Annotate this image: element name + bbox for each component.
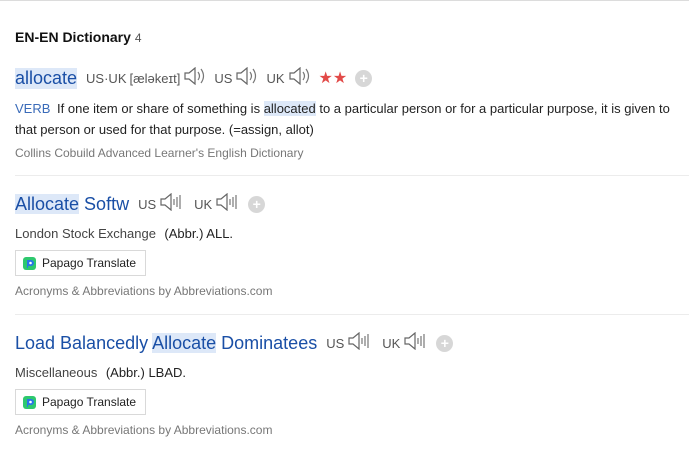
abbreviation: (Abbr.) ALL. [164,226,234,241]
us-label: US [214,70,233,86]
headword-start: Load Balancedly [15,332,153,353]
entry-lbad: Load Balancedly Allocate Dominatees US U… [15,329,689,437]
speaker-icon[interactable] [236,66,258,90]
headword-link[interactable]: allocate [15,67,78,89]
papago-icon [23,395,36,409]
category-label: Miscellaneous [15,365,98,380]
speaker-icon[interactable] [288,66,311,90]
star-rating: ★★ [318,70,348,87]
divider [15,175,689,176]
category-label: London Stock Exchange [15,226,156,241]
abbreviation-source[interactable]: Acronyms & Abbreviations by Abbreviation… [15,284,272,298]
result-count: 4 [134,31,142,45]
definition-highlight: allocated [263,101,316,116]
abbr-row: Miscellaneous (Abbr.) LBAD. [15,362,689,384]
headword-link[interactable]: Load Balancedly Allocate Dominatees [15,332,318,354]
speaker-icon[interactable] [216,192,240,216]
speaker-icon[interactable] [184,66,206,90]
uk-label: UK [382,335,401,351]
top-divider [0,0,689,1]
definition: VERB If one item or share of something i… [15,98,675,140]
entry-header: Allocate Softw US UK + [15,190,689,218]
headword-highlight: Allocate [15,193,80,214]
entry-header: Load Balancedly Allocate Dominatees US U… [15,329,689,357]
headword-rest: Softw [79,193,130,214]
entry-allocate: allocate US·UK [æləkeɪt] US UK ★★ + VERB… [15,64,689,160]
headword-end: Dominatees [216,332,318,353]
speaker-icon[interactable] [348,331,372,355]
papago-translate-button[interactable]: Papago Translate [15,389,147,415]
part-of-speech: VERB [15,101,51,116]
section-title-text: EN-EN Dictionary [15,29,131,45]
dictionary-source[interactable]: Collins Cobuild Advanced Learner's Engli… [15,146,689,160]
us-label: US [138,196,157,212]
abbreviation-source[interactable]: Acronyms & Abbreviations by Abbreviation… [15,423,272,437]
abbr-row: London Stock Exchange (Abbr.) ALL. [15,223,689,245]
pronunciation-text: [æləkeɪt] [129,70,181,86]
speaker-icon[interactable] [160,192,184,216]
abbreviation: (Abbr.) LBAD. [105,365,187,380]
entry-allocate-softw: Allocate Softw US UK + London Stock Exch… [15,190,689,298]
papago-icon [23,256,36,270]
us-label: US [326,335,345,351]
plus-icon[interactable]: + [248,195,266,213]
uk-label: UK [194,196,213,212]
papago-label: Papago Translate [42,256,137,270]
entry-header: allocate US·UK [æləkeɪt] US UK ★★ + [15,64,689,92]
plus-icon[interactable]: + [436,334,454,352]
speaker-icon[interactable] [404,331,428,355]
papago-label: Papago Translate [42,395,137,409]
headword-highlight: Allocate [152,332,217,353]
divider [15,314,689,315]
definition-text-start: If one item or share of something is [57,101,264,116]
papago-translate-button[interactable]: Papago Translate [15,250,147,276]
uk-label: UK [266,70,285,86]
plus-icon[interactable]: + [355,69,373,87]
pronunciation-region: US·UK [86,70,127,86]
headword-link[interactable]: Allocate Softw [15,193,130,215]
section-title: EN-EN Dictionary 4 [15,29,142,45]
